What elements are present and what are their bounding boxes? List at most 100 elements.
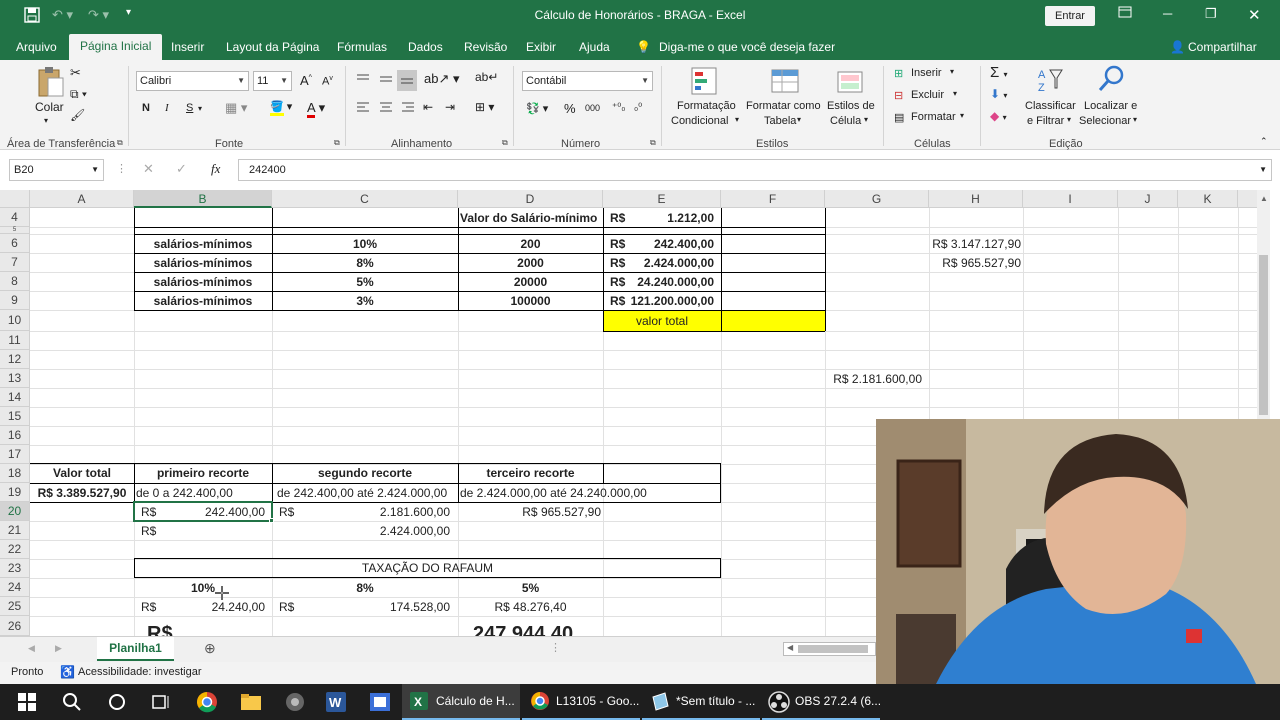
cell-b26[interactable]: R$	[147, 622, 173, 636]
conditional-formatting-icon[interactable]	[690, 66, 720, 99]
merge-center-icon[interactable]: ⊞ ▾	[475, 100, 494, 114]
cell-c9[interactable]: 3%	[272, 292, 458, 310]
cell-b6[interactable]: salários-mínimos	[134, 235, 272, 253]
sheet-prev-icon[interactable]: ◀	[28, 643, 35, 654]
accounting-format-icon[interactable]: 💱 ▾	[526, 102, 548, 115]
column-header-g[interactable]: G	[825, 190, 929, 208]
find-select-label-2[interactable]: Selecionar	[1079, 115, 1131, 127]
format-as-table-label-2[interactable]: Tabela	[764, 115, 796, 127]
conditional-formatting-dropdown-icon[interactable]: ▾	[735, 115, 739, 124]
cell-b21-currency[interactable]: R$	[141, 522, 156, 540]
cell-a19[interactable]: R$ 3.389.527,90	[30, 484, 134, 502]
column-header-e[interactable]: E	[603, 190, 721, 208]
row-header-4[interactable]: 4	[0, 208, 30, 227]
format-cells-icon[interactable]: ▤	[894, 111, 904, 124]
row-header-22[interactable]: 22	[0, 540, 30, 559]
autosum-icon[interactable]: Σ ▾	[990, 64, 1007, 81]
cell-c25[interactable]: 174.528,00	[272, 598, 450, 616]
tab-pagina-inicial[interactable]: Página Inicial	[69, 34, 163, 60]
cell-d26[interactable]: 247.944,40	[473, 622, 573, 636]
sort-filter-label-1[interactable]: Classificar	[1025, 100, 1076, 112]
name-box[interactable]: B20 ▼	[9, 159, 104, 181]
app-icon-gear[interactable]	[284, 691, 306, 715]
file-explorer-icon[interactable]	[240, 692, 262, 716]
cell-e7[interactable]: 2.424.000,00	[603, 254, 714, 272]
format-as-table-label-1[interactable]: Formatar como	[746, 100, 821, 112]
row-header-9[interactable]: 9	[0, 291, 30, 310]
align-top-icon[interactable]	[355, 72, 371, 89]
row-header-25[interactable]: 25	[0, 597, 30, 616]
cell-e4[interactable]: 1.212,00	[603, 209, 714, 227]
clipboard-launcher-icon[interactable]: ⧉	[117, 138, 123, 148]
row-header-18[interactable]: 18	[0, 464, 30, 483]
share-button[interactable]: Compartilhar	[1188, 40, 1257, 54]
ribbon-display-icon[interactable]	[1118, 6, 1132, 21]
cell-b20[interactable]: 242.400,00	[134, 503, 265, 521]
comma-style-icon[interactable]: 000	[585, 103, 600, 113]
accessibility-status[interactable]: Acessibilidade: investigar	[78, 666, 202, 678]
find-select-dropdown-icon[interactable]: ▾	[1133, 115, 1137, 124]
paste-icon[interactable]	[36, 66, 66, 101]
row-header-7[interactable]: 7	[0, 253, 30, 272]
cell-b25[interactable]: 24.240,00	[134, 598, 265, 616]
cell-e10[interactable]: valor total	[603, 312, 721, 330]
cell-styles-dropdown-icon[interactable]: ▾	[864, 115, 868, 124]
insert-cells-icon[interactable]: ⊞	[894, 67, 903, 80]
format-cells-button[interactable]: Formatar	[911, 111, 956, 123]
confirm-entry-icon[interactable]: ✓	[176, 161, 187, 177]
decrease-font-icon[interactable]: Av	[322, 75, 333, 88]
cell-b7[interactable]: salários-mínimos	[134, 254, 272, 272]
tab-split-icon[interactable]: ⋮	[550, 641, 561, 654]
insert-cells-button[interactable]: Inserir	[911, 67, 942, 79]
column-header-f[interactable]: F	[721, 190, 825, 208]
row-header-6[interactable]: 6	[0, 234, 30, 253]
decrease-decimal-icon[interactable]: ₀⁰	[634, 102, 642, 113]
cell-c24[interactable]: 8%	[272, 579, 458, 597]
delete-cells-icon[interactable]: ⊟	[894, 89, 903, 102]
conditional-formatting-label-2[interactable]: Condicional	[671, 115, 728, 127]
cancel-entry-icon[interactable]: ✕	[143, 161, 154, 177]
insert-function-icon[interactable]: fx	[211, 161, 220, 177]
cell-a18[interactable]: Valor total	[30, 464, 134, 482]
cell-e6[interactable]: 242.400,00	[603, 235, 714, 253]
borders-icon[interactable]: ▦ ▾	[225, 100, 247, 116]
taskbar-notepad-button[interactable]: *Sem título - ...	[642, 684, 760, 720]
find-select-icon[interactable]	[1097, 64, 1127, 97]
clear-icon[interactable]: ◆ ▾	[990, 109, 1007, 123]
align-center-icon[interactable]	[378, 100, 394, 117]
tab-formulas[interactable]: Fórmulas	[337, 40, 387, 54]
cell-h7[interactable]: R$ 965.527,90	[929, 254, 1021, 272]
fill-color-icon[interactable]: 🪣 ▾	[270, 100, 292, 116]
format-dropdown-icon[interactable]: ▾	[960, 111, 964, 120]
chrome-icon[interactable]	[196, 691, 218, 715]
align-bottom-icon[interactable]	[397, 70, 417, 91]
cell-d20[interactable]: R$ 965.527,90	[458, 503, 601, 521]
word-icon[interactable]: W	[325, 691, 347, 715]
row-header-26[interactable]: 26	[0, 616, 30, 636]
cell-d8[interactable]: 20000	[458, 273, 603, 291]
taskbar-chrome-button[interactable]: L13105 - Goo...	[522, 684, 640, 720]
copy-icon[interactable]: ⧉ ▾	[70, 87, 87, 102]
cell-c7[interactable]: 8%	[272, 254, 458, 272]
cell-c19[interactable]: de 242.400,00 até 2.424.000,00	[277, 484, 447, 502]
cell-d25[interactable]: R$ 48.276,40	[458, 598, 603, 616]
add-sheet-icon[interactable]: ⊕	[204, 640, 216, 657]
cell-d6[interactable]: 200	[458, 235, 603, 253]
delete-cells-button[interactable]: Excluir	[911, 89, 944, 101]
increase-indent-icon[interactable]: ⇥	[445, 100, 455, 114]
cell-b18[interactable]: primeiro recorte	[134, 464, 272, 482]
column-header-k[interactable]: K	[1178, 190, 1238, 208]
horizontal-scrollbar[interactable]: ◀	[783, 642, 876, 656]
taskbar-search-icon[interactable]	[62, 692, 82, 716]
cell-c6[interactable]: 10%	[272, 235, 458, 253]
font-name-select[interactable]: Calibri ▼	[136, 71, 249, 91]
wrap-text-icon[interactable]: ab↵	[475, 70, 498, 84]
alignment-launcher-icon[interactable]: ⧉	[502, 138, 508, 148]
align-middle-icon[interactable]	[378, 72, 394, 89]
tab-ajuda[interactable]: Ajuda	[579, 40, 610, 54]
decrease-indent-icon[interactable]: ⇤	[423, 100, 433, 114]
sign-in-button[interactable]: Entrar	[1045, 6, 1095, 26]
tab-revisao[interactable]: Revisão	[464, 40, 507, 54]
cut-icon[interactable]: ✂	[70, 65, 81, 81]
cell-b19[interactable]: de 0 a 242.400,00	[136, 484, 233, 502]
